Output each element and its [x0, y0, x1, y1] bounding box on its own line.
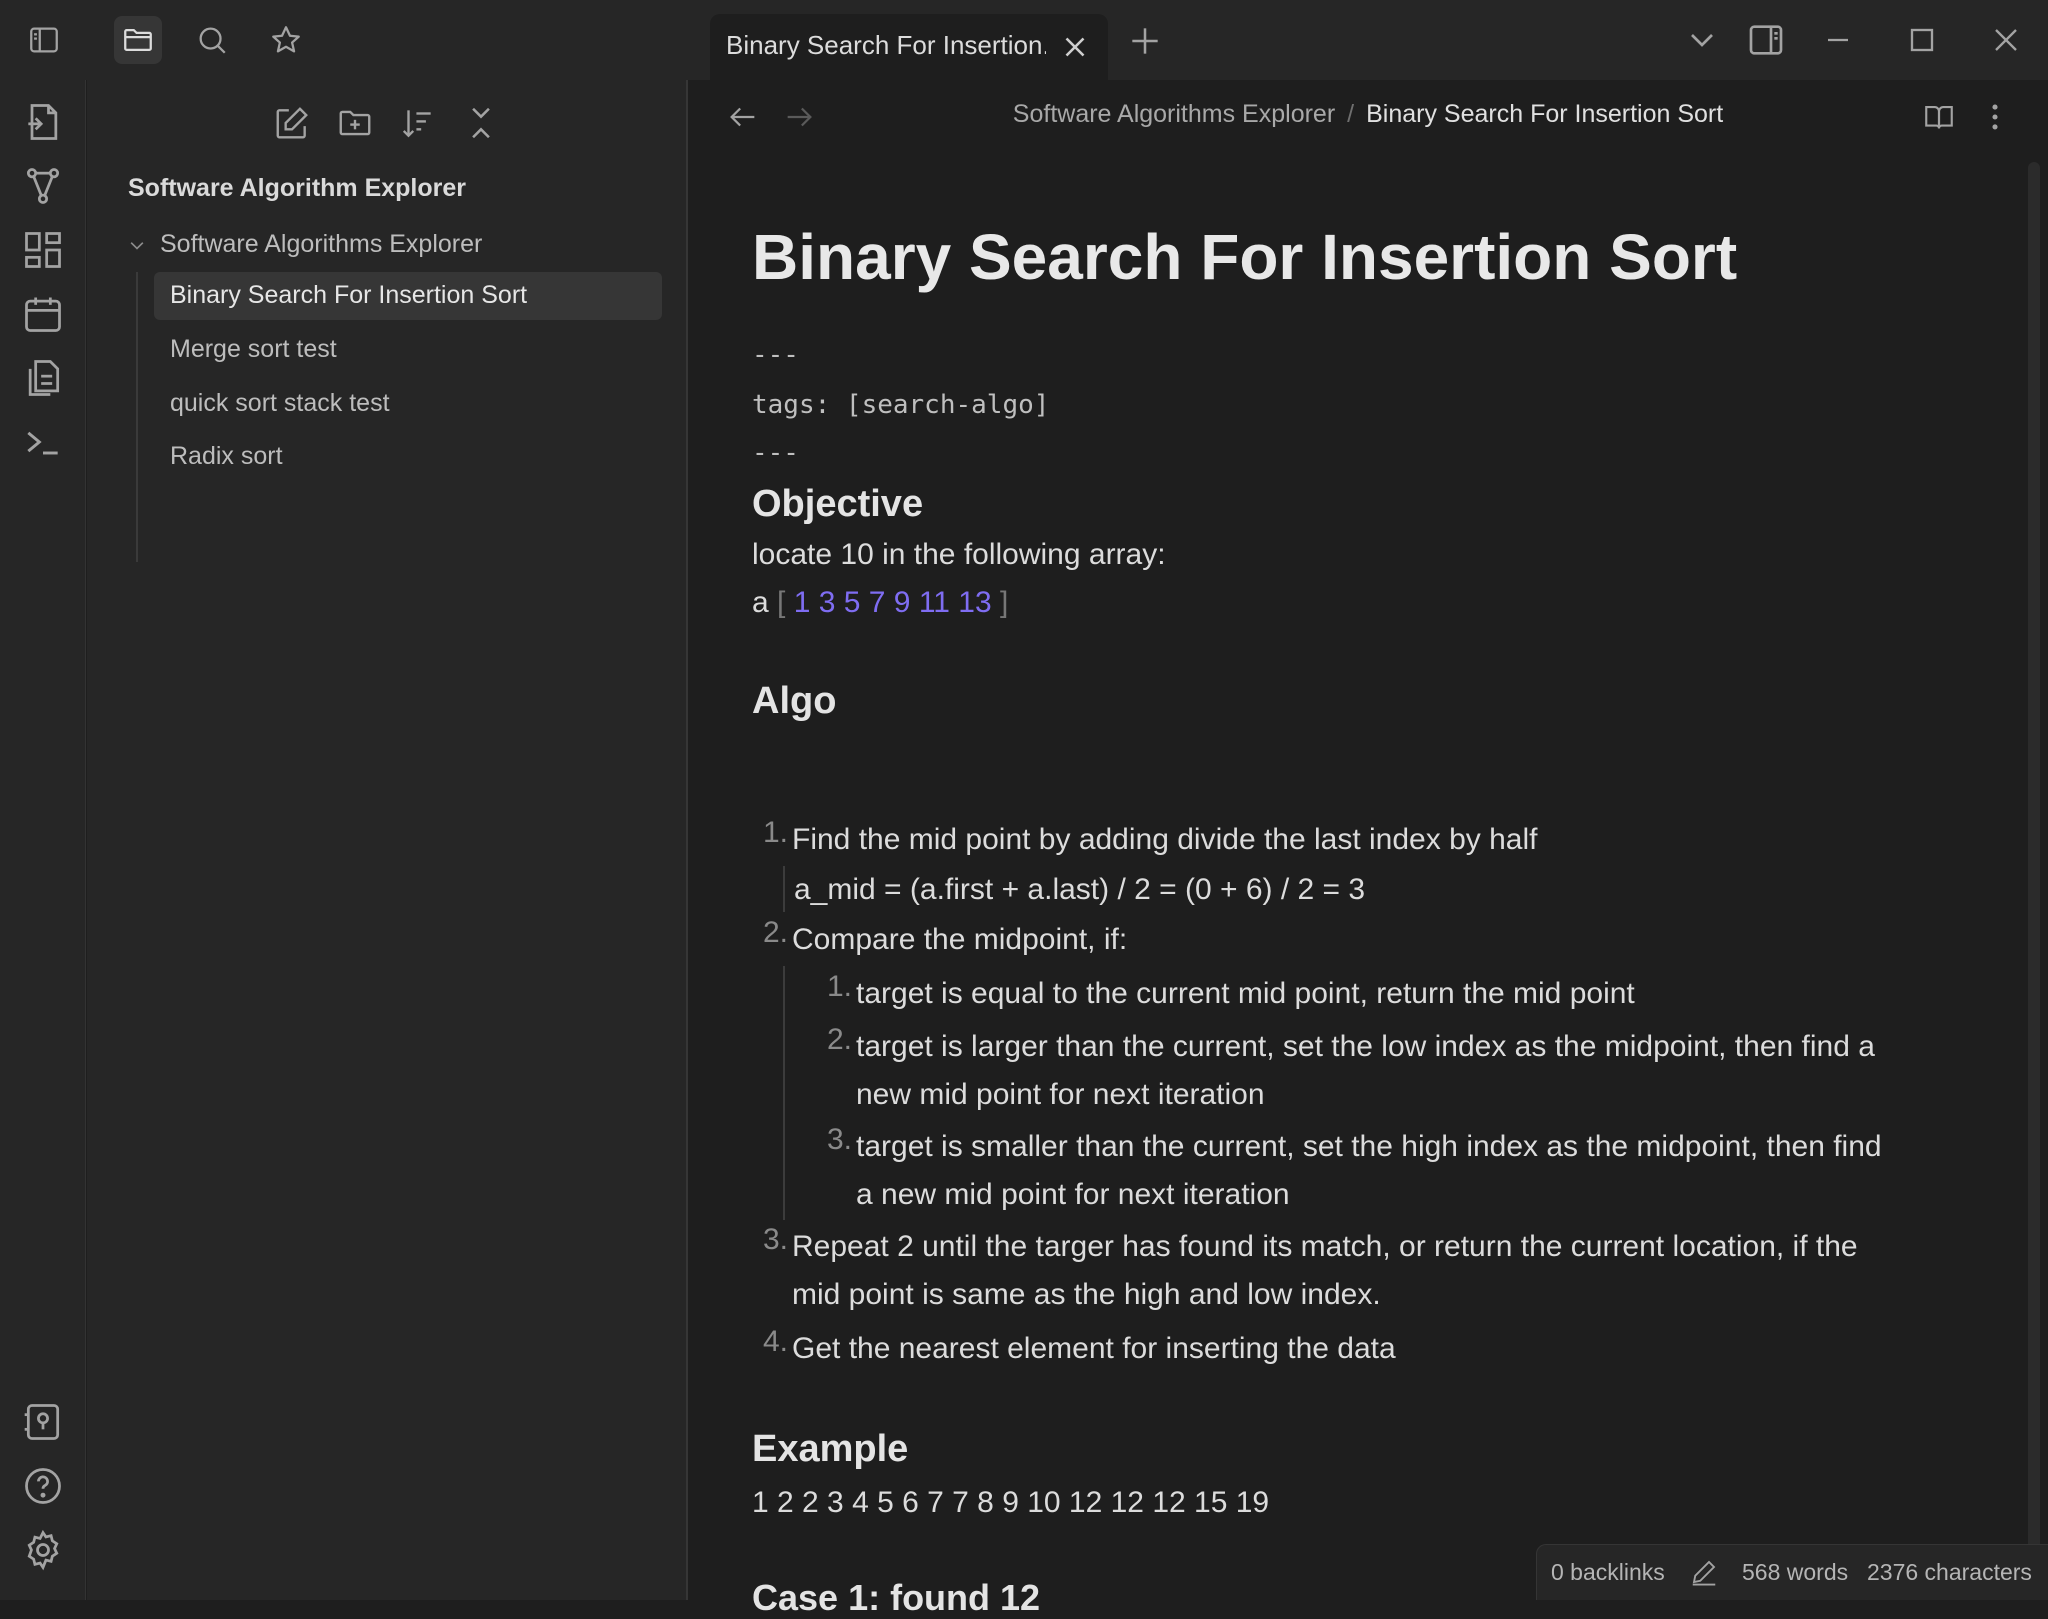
breadcrumb-current[interactable]: Binary Search For Insertion Sort: [1366, 100, 1723, 128]
vault-name[interactable]: Software Algorithm Explorer: [128, 174, 466, 203]
step-1-formula: a_mid = (a.first + a.last) / 2 = (0 + 6)…: [794, 873, 1366, 906]
bookmarks-tab-button[interactable]: [262, 16, 310, 64]
objective-text: locate 10 in the following array:: [752, 538, 1166, 571]
minimize-icon[interactable]: [1818, 20, 1858, 60]
search-tab-button[interactable]: [188, 16, 236, 64]
tree-indent-guide: [136, 272, 138, 562]
array-label: a: [752, 586, 769, 619]
toggle-left-sidebar-button[interactable]: [20, 16, 68, 64]
search-icon: [195, 23, 229, 57]
frontmatter-tags: tags: [search-algo]: [752, 390, 1050, 420]
breadcrumb-separator: /: [1347, 100, 1355, 128]
vault-switcher-icon[interactable]: [21, 1400, 65, 1444]
step-2-2-line-2: new mid point for next iteration: [856, 1078, 1265, 1111]
step-2-1-text: target is equal to the current mid point…: [856, 977, 1635, 1010]
reading-view-book-icon[interactable]: [1922, 100, 1956, 134]
star-icon: [269, 23, 303, 57]
list-number: 3.: [762, 1223, 788, 1256]
step-2-2-line-1: target is larger than the current, set t…: [856, 1030, 1875, 1063]
array-line: a [ 1 3 5 7 9 11 13 ]: [752, 586, 1008, 620]
step-2-3-line-2: a new mid point for next iteration: [856, 1178, 1290, 1211]
folder-software-algorithms-explorer[interactable]: Software Algorithms Explorer: [87, 226, 667, 266]
sidebar-left-icon: [27, 23, 61, 57]
new-tab-icon[interactable]: [1126, 22, 1164, 60]
chevron-down-icon: [127, 236, 147, 256]
tab-list-chevron-icon[interactable]: [1682, 20, 1722, 60]
breadcrumb-parent[interactable]: Software Algorithms Explorer: [1013, 100, 1335, 128]
step-3-line-1: Repeat 2 until the targer has found its …: [792, 1230, 1858, 1263]
step-2-text: Compare the midpoint, if:: [792, 923, 1128, 956]
step-1-text: Find the mid point by adding divide the …: [792, 823, 1538, 856]
scrollbar[interactable]: [2028, 162, 2040, 1598]
example-text: 1 2 2 3 4 5 6 7 7 8 9 10 12 12 12 15 19: [752, 1486, 1270, 1519]
file-item-binary-search[interactable]: Binary Search For Insertion Sort: [154, 272, 662, 320]
breadcrumb: Software Algorithms Explorer / Binary Sear…: [688, 100, 2048, 129]
close-window-icon[interactable]: [1986, 20, 2026, 60]
step-3-line-2: mid point is same as the high and low in…: [792, 1278, 1381, 1311]
file-explorer: Software Algorithm Explorer Software Alg…: [87, 80, 688, 1600]
title-bar: Binary Search For Insertion...: [0, 0, 2048, 80]
case-1-heading: Case 1: found 12: [752, 1577, 1041, 1618]
example-heading: Example: [752, 1428, 909, 1470]
folder-label: Software Algorithms Explorer: [160, 230, 483, 258]
more-options-icon[interactable]: [1978, 100, 2012, 134]
ribbon: [0, 80, 86, 1600]
objective-heading: Objective: [752, 483, 924, 525]
frontmatter-open: ---: [752, 340, 799, 370]
file-label: quick sort stack test: [170, 389, 390, 417]
collapse-all-icon[interactable]: [462, 104, 500, 142]
backlinks-count[interactable]: 0 backlinks: [1551, 1559, 1665, 1586]
character-count: 2376 characters: [1867, 1559, 2032, 1585]
new-folder-icon[interactable]: [336, 104, 374, 142]
array-values: 1 3 5 7 9 11 13: [793, 586, 992, 619]
word-count: 568 words: [1742, 1559, 1849, 1585]
toggle-right-sidebar-icon[interactable]: [1746, 20, 1786, 60]
folder-icon: [121, 23, 155, 57]
help-icon[interactable]: [21, 1464, 65, 1508]
settings-gear-icon[interactable]: [21, 1528, 65, 1572]
file-item-quick-sort[interactable]: quick sort stack test: [154, 380, 662, 428]
algo-heading: Algo: [752, 680, 837, 722]
step-4-text: Get the nearest element for inserting th…: [792, 1332, 1396, 1365]
tab-binary-search[interactable]: Binary Search For Insertion...: [710, 14, 1108, 80]
step-2-indent-guide: [783, 966, 785, 1220]
terminal-icon[interactable]: [21, 420, 65, 464]
quick-switcher-icon[interactable]: [21, 100, 65, 144]
list-number: 2.: [762, 916, 788, 949]
step-1-indent-guide: [783, 866, 785, 912]
file-label: Binary Search For Insertion Sort: [170, 281, 528, 309]
list-number: 3.: [826, 1123, 852, 1156]
canvas-icon[interactable]: [21, 228, 65, 272]
file-label: Radix sort: [170, 442, 283, 470]
maximize-icon[interactable]: [1902, 20, 1942, 60]
array-close-bracket: ]: [1000, 586, 1009, 619]
frontmatter-close: ---: [752, 438, 799, 468]
files-tab-button[interactable]: [114, 16, 162, 64]
status-bar: 0 backlinks 568 words 2376 characters: [1536, 1544, 2048, 1600]
file-label: Merge sort test: [170, 335, 337, 363]
list-number: 1.: [762, 816, 788, 849]
templates-icon[interactable]: [21, 356, 65, 400]
close-tab-icon[interactable]: [1058, 30, 1092, 64]
list-number: 2.: [826, 1023, 852, 1056]
list-number: 1.: [826, 970, 852, 1003]
note-title[interactable]: Binary Search For Insertion Sort: [752, 220, 1737, 294]
sort-order-icon[interactable]: [399, 104, 437, 142]
tab-title: Binary Search For Insertion...: [726, 30, 1046, 60]
pencil-edit-icon[interactable]: [1689, 1557, 1719, 1587]
list-number: 4.: [762, 1325, 788, 1358]
file-item-radix-sort[interactable]: Radix sort: [154, 433, 662, 481]
graph-view-icon[interactable]: [21, 164, 65, 208]
file-item-merge-sort[interactable]: Merge sort test: [154, 326, 662, 374]
new-note-icon[interactable]: [273, 104, 311, 142]
calendar-icon[interactable]: [21, 292, 65, 336]
array-open-bracket: [: [777, 586, 786, 619]
editor-pane: Software Algorithms Explorer / Binary Sear…: [688, 80, 2048, 1618]
step-2-3-line-1: target is smaller than the current, set …: [856, 1130, 1882, 1163]
